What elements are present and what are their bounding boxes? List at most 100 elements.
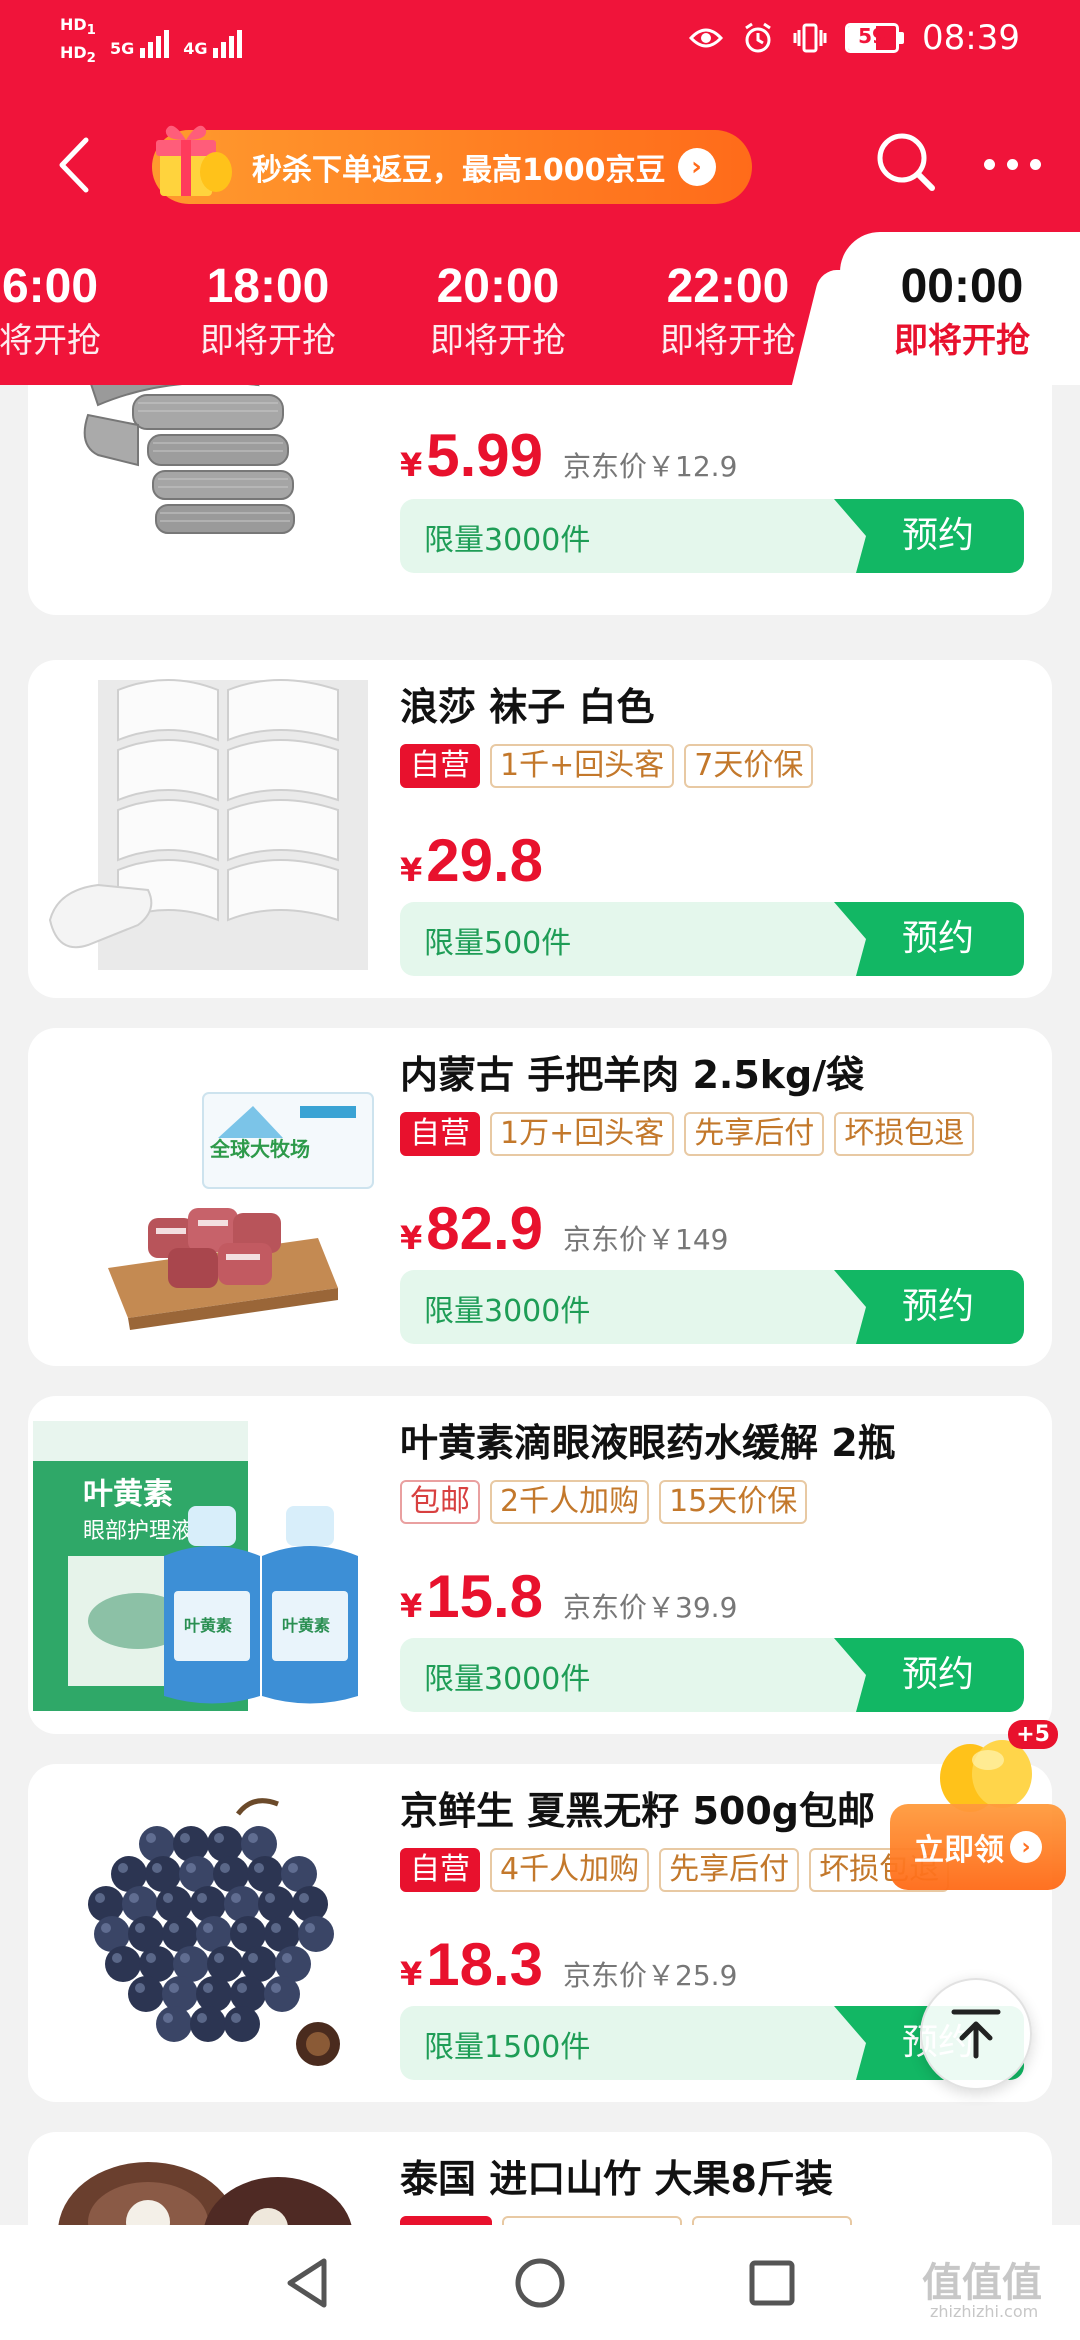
tab-0600[interactable]: 6:00 将开抢 — [0, 255, 150, 363]
stock-limit: 限量3000件 — [424, 1662, 591, 1697]
product-tags: 包邮 2千人加购 15天价保 — [400, 1480, 808, 1524]
product-title[interactable]: 内蒙古 手把羊肉 2.5kg/袋 — [400, 1044, 864, 1099]
search-icon[interactable] — [872, 128, 942, 198]
jd-price: 京东价￥149 — [563, 1223, 729, 1256]
box-label: 叶黄素 — [83, 1477, 173, 1512]
chevron-right-icon: › — [677, 148, 716, 186]
tab-status: 将开抢 — [0, 321, 101, 361]
currency-symbol: ¥ — [400, 1587, 423, 1625]
tag: 15天价保 — [659, 1480, 808, 1524]
product-tags: 自营 4千人加购 先享后付 坏损包退 — [400, 1848, 950, 1892]
nav-home-icon[interactable] — [512, 2255, 568, 2311]
box-sublabel: 眼部护理液 — [83, 1519, 193, 1544]
nav-recents-icon[interactable] — [744, 2255, 800, 2311]
currency-symbol: ¥ — [400, 1219, 423, 1257]
nav-back-icon[interactable] — [280, 2255, 336, 2311]
product-card[interactable]: 浪莎 袜子 白色 自营 1千+回头客 7天价保 ¥ 29.8 限量500件 预约 — [28, 660, 1052, 998]
tag: 先享后付 — [659, 1848, 800, 1892]
vibrate-icon — [793, 21, 827, 55]
stock-limit: 限量3000件 — [424, 1294, 591, 1329]
product-title[interactable]: 京鲜生 夏黑无籽 500g包邮 — [400, 1780, 875, 1835]
product-image-lamb: 全球大牧场 — [38, 1038, 388, 1358]
currency-symbol: ¥ — [400, 851, 423, 889]
product-image-grapes — [38, 1774, 388, 2094]
product-card[interactable]: 叶黄素 眼部护理液 叶黄素 叶黄素 叶黄素滴眼液眼药水缓解 2瓶 包邮 2千人加… — [28, 1396, 1052, 1734]
watermark-url: zhizhizhi.com — [930, 2302, 1039, 2321]
promo-text: 秒杀下单返豆，最高1000京豆 — [252, 153, 666, 188]
hd-indicator: HD1 HD2 — [60, 15, 96, 67]
more-icon[interactable] — [972, 144, 1052, 184]
tab-1800[interactable]: 18:00 即将开抢 — [168, 255, 368, 363]
tag: 1万+回头客 — [490, 1112, 675, 1156]
product-card[interactable]: 全球大牧场 内蒙古 手把羊肉 2.5kg/袋 自营 1万+回头客 先享后付 坏损… — [28, 1028, 1052, 1366]
signal-4g-icon: 4G — [183, 14, 243, 58]
tag-self-operated: 自营 — [400, 1848, 480, 1892]
tab-time: 18:00 — [206, 260, 330, 313]
coupon-count-badge: +5 — [1008, 1720, 1058, 1749]
tag: 4千人加购 — [490, 1848, 650, 1892]
currency-symbol: ¥ — [400, 1955, 423, 1993]
stock-limit: 限量1500件 — [424, 2030, 591, 2065]
tag: 坏损包退 — [834, 1112, 975, 1156]
chevron-right-icon: › — [1010, 1831, 1042, 1863]
alarm-icon — [741, 21, 775, 55]
currency-symbol: ¥ — [400, 446, 423, 484]
eye-icon — [689, 21, 724, 55]
promo-banner[interactable]: 秒杀下单返豆，最高1000京豆 › — [152, 125, 752, 204]
product-title[interactable]: 泰国 进口山竹 大果8斤装 — [400, 2148, 833, 2203]
tag: 2千人加购 — [490, 1480, 650, 1524]
header-nav: 秒杀下单返豆，最高1000京豆 › — [0, 120, 1080, 210]
claim-button[interactable]: 立即领 › — [890, 1804, 1066, 1890]
price-row: ¥ 82.9 京东价￥149 — [400, 1194, 729, 1263]
tag: 1千+回头客 — [490, 744, 675, 788]
tag-self-operated: 自营 — [400, 1112, 480, 1156]
tab-status: 即将开抢 — [660, 321, 796, 361]
tag-self-operated: 自营 — [400, 744, 480, 788]
float-coupon[interactable]: +5 立即领 › — [890, 1710, 1070, 1900]
claim-label: 立即领 — [914, 1833, 1004, 1868]
product-title[interactable]: 浪莎 袜子 白色 — [400, 676, 654, 731]
tag: 先享后付 — [684, 1112, 825, 1156]
tab-status: 即将开抢 — [894, 321, 1030, 361]
status-bar: HD1 HD2 5G 4G 59 08:39 — [0, 0, 1080, 80]
sale-price: 82.9 — [426, 1195, 544, 1262]
back-to-top-button[interactable] — [920, 1978, 1032, 2090]
clock: 08:39 — [922, 18, 1020, 58]
tag-free-shipping: 包邮 — [400, 1480, 480, 1524]
price-row: ¥ 15.8 京东价￥39.9 — [400, 1562, 737, 1631]
stock-limit: 限量500件 — [424, 926, 572, 961]
sale-price: 15.8 — [426, 1563, 544, 1630]
product-list[interactable]: ¥ 5.99 京东价￥12.9 限量3000件 预约 浪莎 袜子 白色 自营 1… — [0, 385, 1080, 2225]
reserve-bar: 限量3000件 预约 — [400, 1638, 1024, 1712]
product-tags — [400, 2216, 852, 2225]
product-image-socks — [38, 670, 388, 990]
tab-2200[interactable]: 22:00 即将开抢 — [628, 255, 828, 363]
reserve-bar: 限量3000件 预约 — [400, 1270, 1024, 1344]
tab-2000[interactable]: 20:00 即将开抢 — [398, 255, 598, 363]
system-nav-bar — [0, 2225, 1080, 2340]
tab-time: 00:00 — [900, 260, 1024, 313]
sale-price: 5.99 — [426, 422, 544, 489]
time-tabs: 6:00 将开抢 18:00 即将开抢 20:00 即将开抢 22:00 即将开… — [0, 255, 1080, 385]
price-row: ¥ 29.8 — [400, 826, 543, 895]
signal-5g-icon: 5G — [110, 14, 170, 58]
tab-time: 6:00 — [1, 260, 99, 313]
back-arrow-icon[interactable] — [48, 132, 108, 198]
tab-time: 22:00 — [666, 260, 790, 313]
stock-limit: 限量3000件 — [424, 523, 591, 558]
product-card[interactable]: 泰国 进口山竹 大果8斤装 — [28, 2132, 1052, 2225]
package-label: 全球大牧场 — [209, 1137, 310, 1161]
arrow-up-icon — [951, 2009, 1001, 2059]
tag: 7天价保 — [684, 744, 814, 788]
reserve-bar: 限量500件 预约 — [400, 902, 1024, 976]
tab-0000[interactable]: 00:00 即将开抢 — [862, 255, 1062, 363]
product-card[interactable]: ¥ 5.99 京东价￥12.9 限量3000件 预约 — [28, 385, 1052, 615]
watermark: 值值值 — [922, 2260, 1042, 2306]
product-tags: 自营 1千+回头客 7天价保 — [400, 744, 814, 788]
sale-price: 29.8 — [426, 827, 544, 894]
battery-icon: 59 — [845, 23, 905, 53]
product-image-towels — [38, 385, 388, 605]
product-title[interactable]: 叶黄素滴眼液眼药水缓解 2瓶 — [400, 1412, 896, 1467]
product-tags: 自营 1万+回头客 先享后付 坏损包退 — [400, 1112, 975, 1156]
product-image-mangosteen — [38, 2142, 388, 2225]
